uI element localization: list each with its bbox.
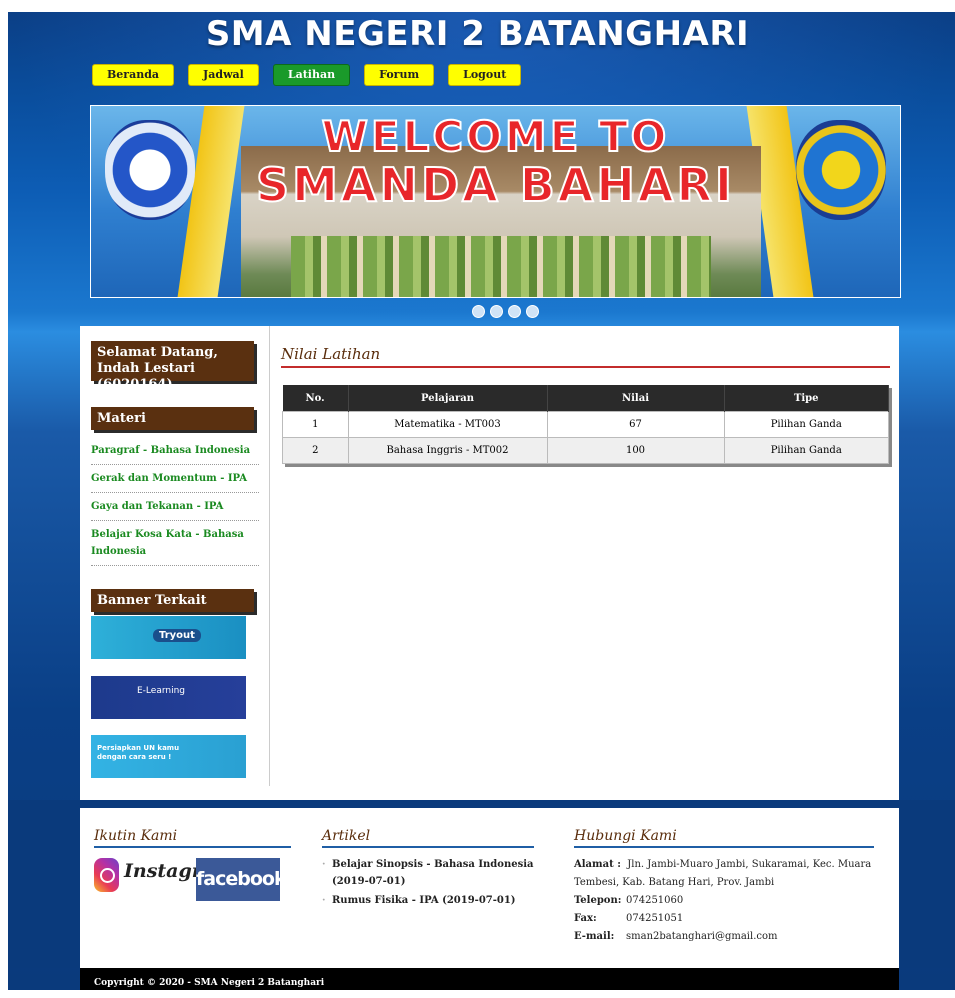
contact-address: Alamat : Jln. Jambi-Muaro Jambi, Sukaram… [574,856,874,892]
footer: Ikutin Kami Instagram facebook. Artikel … [80,808,899,968]
page-title: Nilai Latihan [281,345,381,363]
materi-link[interactable]: Belajar Kosa Kata - Bahasa Indonesia [91,521,259,566]
contact-title: Hubungi Kami [574,808,874,848]
materi-link[interactable]: Gaya dan Tekanan - IPA [91,493,259,521]
col-nilai: Nilai [547,385,725,412]
table-row: 1 Matematika - MT003 67 Pilihan Ganda [282,411,889,438]
phone-label: Telepon: [574,895,622,906]
article-link[interactable]: Belajar Sinopsis - Bahasa Indonesia (201… [322,856,534,890]
banner-line1: WELCOME TO [321,111,670,162]
footer-articles: Artikel Belajar Sinopsis - Bahasa Indone… [322,808,534,911]
cell-tipe: Pilihan Ganda [723,411,889,438]
banner-tryout[interactable]: Tryout [91,616,246,659]
banner-people [291,236,711,297]
col-pelajaran: Pelajaran [348,385,548,412]
nav-beranda[interactable]: Beranda [92,64,175,86]
slider-dots [472,305,539,318]
cell-nilai: 67 [546,411,725,438]
follow-title: Ikutin Kami [94,808,291,848]
facebook-link[interactable]: facebook. [196,858,293,901]
col-tipe: Tipe [724,385,889,412]
article-link[interactable]: Rumus Fisika - IPA (2019-07-01) [322,892,534,909]
cell-tipe: Pilihan Ganda [723,437,889,464]
banner-un[interactable]: Persiapkan UN kamu dengan cara seru ! [91,735,246,778]
footer-follow: Ikutin Kami Instagram facebook. [94,808,293,901]
copyright-bar: Copyright © 2020 - SMA Negeri 2 Batangha… [80,968,899,990]
content-area: Selamat Datang, Indah Lestari (6020164) … [80,326,899,800]
materi-heading: Materi [91,407,254,430]
banner-line2: SMANDA BAHARI [255,157,736,213]
contact-fax: Fax: 074251051 [574,910,874,928]
materi-link[interactable]: Paragraf - Bahasa Indonesia [91,437,259,465]
nav-jadwal[interactable]: Jadwal [188,64,259,86]
banner-slider: WELCOME TO SMANDA BAHARI [90,105,901,298]
address-label: Alamat : [574,859,621,870]
site-title: SMA NEGERI 2 BATANGHARI [205,14,750,54]
contact-phone: Telepon: 074251060 [574,892,874,910]
article-title: Artikel [322,808,534,848]
materi-list: Paragraf - Bahasa Indonesia Gerak dan Mo… [91,437,259,566]
table-header-row: No. Pelajaran Nilai Tipe [282,385,889,412]
banner-elearning[interactable]: E-Learning [91,676,246,719]
email-value: sman2batanghari@gmail.com [626,931,778,942]
footer-contact: Hubungi Kami Alamat : Jln. Jambi-Muaro J… [574,808,874,946]
email-label: E-mail: [574,931,615,942]
cell-pelajaran: Matematika - MT003 [347,411,548,438]
banner-tryout-text: Tryout [153,629,201,642]
slider-dot[interactable] [472,305,485,318]
cell-no: 2 [282,437,349,464]
welcome-box: Selamat Datang, Indah Lestari (6020164) [91,341,254,392]
banner-un-text: Persiapkan UN kamu dengan cara seru ! [97,744,180,761]
slider-dot[interactable] [490,305,503,318]
banner-heading: Banner Terkait [91,589,254,612]
contact-email: E-mail: sman2batanghari@gmail.com [574,928,874,946]
article-list: Belajar Sinopsis - Bahasa Indonesia (201… [322,856,534,909]
fax-value: 074251051 [626,913,684,924]
cell-pelajaran: Bahasa Inggris - MT002 [347,437,548,464]
contact-info: Alamat : Jln. Jambi-Muaro Jambi, Sukaram… [574,856,874,946]
fax-label: Fax: [574,913,597,924]
table-row: 2 Bahasa Inggris - MT002 100 Pilihan Gan… [282,437,889,464]
nilai-table: No. Pelajaran Nilai Tipe 1 Matematika - … [282,385,889,464]
materi-link[interactable]: Gerak dan Momentum - IPA [91,465,259,493]
instagram-icon[interactable] [94,858,119,892]
cell-no: 1 [282,411,349,438]
col-no: No. [282,385,349,412]
banner-elearning-text: E-Learning [137,686,186,696]
sidebar: Selamat Datang, Indah Lestari (6020164) … [80,326,270,786]
nav-latihan[interactable]: Latihan [272,64,351,86]
slider-dot[interactable] [526,305,539,318]
title-rule [281,366,890,368]
nav-logout[interactable]: Logout [448,64,522,86]
slider-dot[interactable] [508,305,521,318]
cell-nilai: 100 [546,437,725,464]
nav-forum[interactable]: Forum [364,64,435,86]
main-nav: Beranda Jadwal Latihan Forum Logout [92,64,522,86]
phone-value: 074251060 [626,895,684,906]
